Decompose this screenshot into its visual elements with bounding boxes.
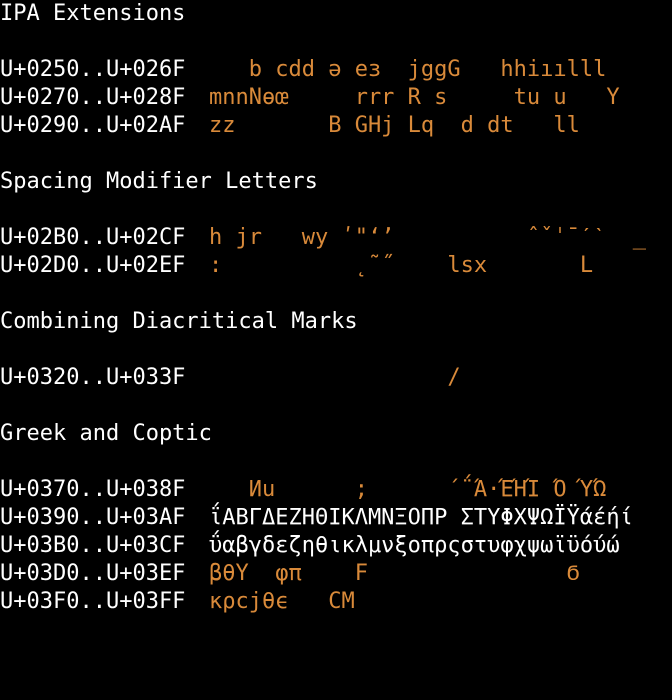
glyph-row: / — [209, 365, 461, 390]
range-label: U+0320..U+033F — [0, 365, 186, 390]
range-label: U+03F0..U+03FF — [0, 589, 186, 614]
glyph-row: mnnNɵœ rrr R s tu u Y — [209, 85, 620, 110]
range-row: U+0290..U+02AF zz B GHj Lq d dt ll — [0, 112, 672, 140]
range-row: U+0250..U+026F b cdd ə eɜ jggG hhiıılll — [0, 56, 672, 84]
range-label: U+0250..U+026F — [0, 57, 186, 82]
range-label: U+02B0..U+02CF — [0, 225, 186, 250]
range-label: U+0390..U+03AF — [0, 505, 186, 530]
range-row: U+03D0..U+03EF βθY φπ F Ϭ — [0, 560, 672, 588]
section-heading-ipa-extensions: IPA Extensions — [0, 1, 186, 26]
range-row: U+0270..U+028F mnnNɵœ rrr R s tu u Y — [0, 84, 672, 112]
glyph-row: : ˛˜˝ lsx L — [209, 253, 594, 278]
glyph-row: h jr wy ʹ"ʻʼ ˆˇˈˉˊˋ _ — [209, 225, 647, 250]
range-label: U+03D0..U+03EF — [0, 561, 186, 586]
range-label: U+02D0..U+02EF — [0, 253, 186, 278]
glyph-row: Ͷu ; ΄΅Ά·ΈΉΊ Ό ΎΏ — [209, 477, 607, 502]
section-heading-greek-and-coptic: Greek and Coptic — [0, 421, 212, 446]
range-label: U+03B0..U+03CF — [0, 533, 186, 558]
range-row: U+02D0..U+02EF : ˛˜˝ lsx L — [0, 252, 672, 280]
range-label: U+0290..U+02AF — [0, 113, 186, 138]
glyph-row: κρcjθϵ CM — [209, 589, 355, 614]
glyph-row: ΰαβγδεζηθικλμνξοπρςστυφχψωϊϋόύώ — [209, 533, 620, 558]
range-row: U+0390..U+03AF ΐΑΒΓΔΕΖΗΘΙΚΛΜΝΞΟΠΡ ΣΤΥΦΧΨ… — [0, 504, 672, 532]
glyph-row: ΐΑΒΓΔΕΖΗΘΙΚΛΜΝΞΟΠΡ ΣΤΥΦΧΨΩΪΫάέήί — [209, 505, 633, 530]
glyph-row: βθY φπ F Ϭ — [209, 561, 580, 586]
range-row: U+02B0..U+02CF h jr wy ʹ"ʻʼ ˆˇˈˉˊˋ _ — [0, 224, 672, 252]
range-label: U+0370..U+038F — [0, 477, 186, 502]
unicode-coverage-screen: IPA Extensions U+0250..U+026F b cdd ə eɜ… — [0, 0, 672, 644]
range-row: U+03F0..U+03FF κρcjθϵ CM — [0, 588, 672, 616]
range-row: U+03B0..U+03CF ΰαβγδεζηθικλμνξοπρςστυφχψ… — [0, 532, 672, 560]
glyph-row: b cdd ə eɜ jggG hhiıılll — [209, 57, 607, 82]
section-heading-spacing-modifier-letters: Spacing Modifier Letters — [0, 169, 318, 194]
range-row: U+0370..U+038F Ͷu ; ΄΅Ά·ΈΉΊ Ό ΎΏ — [0, 476, 672, 504]
range-label: U+0270..U+028F — [0, 85, 186, 110]
glyph-row: zz B GHj Lq d dt ll — [209, 113, 580, 138]
range-row: U+0320..U+033F / — [0, 364, 672, 392]
section-heading-combining-diacritical-marks: Combining Diacritical Marks — [0, 309, 358, 334]
